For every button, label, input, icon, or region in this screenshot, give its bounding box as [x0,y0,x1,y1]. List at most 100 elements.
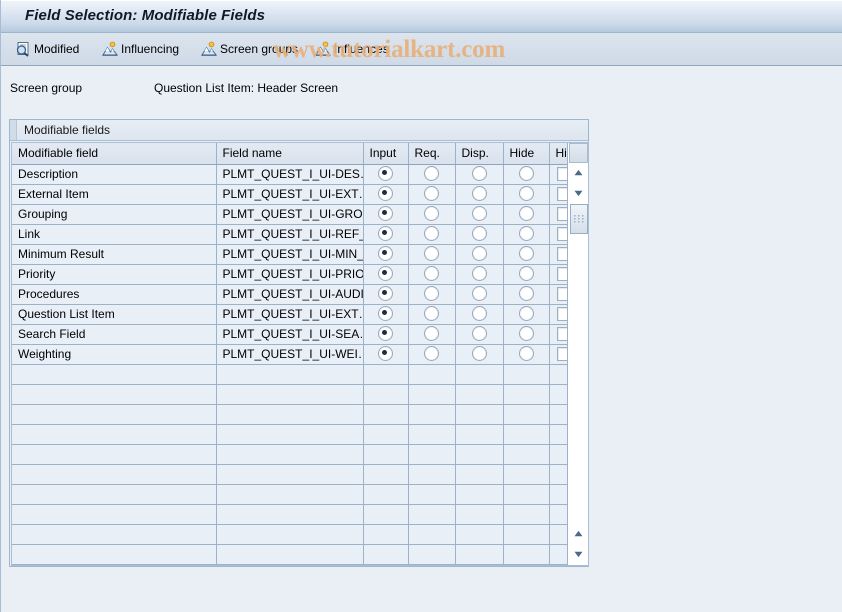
cell-req[interactable] [408,304,456,325]
cell-req[interactable] [408,524,456,545]
scroll-down-button[interactable] [569,184,588,202]
cell-input[interactable] [363,424,409,445]
table-row[interactable]: Search Field PLMT_QUEST_I_UI-SEA… [12,324,579,345]
radio-selected[interactable] [378,186,393,202]
cell-disp[interactable] [455,324,504,345]
cell-req[interactable] [408,244,456,265]
cell-hide[interactable] [503,344,550,365]
cell-input[interactable] [363,504,409,525]
cell-input[interactable] [363,544,409,565]
cell-input[interactable] [363,284,409,305]
scroll-up-button[interactable] [569,164,588,182]
cell-input[interactable] [363,524,409,545]
cell-input[interactable] [363,224,409,245]
radio-unselected[interactable] [424,326,439,342]
cell-req[interactable] [408,404,456,425]
cell-disp[interactable] [455,344,504,365]
radio-unselected[interactable] [424,246,439,262]
radio-selected[interactable] [378,166,393,182]
table-row-empty[interactable] [12,524,579,545]
table-row[interactable]: Grouping PLMT_QUEST_I_UI-GRO… [12,204,579,225]
table-row-empty[interactable] [12,504,579,525]
radio-unselected[interactable] [518,346,534,362]
cell-input[interactable] [363,344,409,365]
table-row[interactable]: Minimum Result PLMT_QUEST_I_UI-MIN_… [12,244,579,265]
radio-unselected[interactable] [471,306,487,322]
cell-disp[interactable] [455,224,504,245]
cell-req[interactable] [408,464,456,485]
column-header-hide[interactable]: Hide [503,143,550,165]
cell-req[interactable] [408,184,456,205]
radio-selected[interactable] [378,326,393,342]
radio-unselected[interactable] [518,186,534,202]
cell-input[interactable] [363,164,409,185]
cell-req[interactable] [408,384,456,405]
radio-unselected[interactable] [424,206,439,222]
cell-req[interactable] [408,424,456,445]
radio-selected[interactable] [378,226,393,242]
radio-unselected[interactable] [518,266,534,282]
scrollbar-thumb[interactable] [570,204,588,234]
cell-req[interactable] [408,164,456,185]
radio-unselected[interactable] [471,346,487,362]
cell-hide[interactable] [503,384,550,405]
cell-hide[interactable] [503,224,550,245]
column-header-req[interactable]: Req. [408,143,456,165]
column-header-input[interactable]: Input [363,143,409,165]
vertical-scrollbar[interactable] [567,143,588,565]
table-row[interactable]: Weighting PLMT_QUEST_I_UI-WEI… [12,344,579,365]
column-header-field-name[interactable]: Field name [216,143,364,165]
radio-unselected[interactable] [424,186,439,202]
radio-unselected[interactable] [518,206,534,222]
radio-unselected[interactable] [424,166,439,182]
table-row-empty[interactable] [12,484,579,505]
cell-disp[interactable] [455,164,504,185]
toolbar-button-influences[interactable]: Influences [311,38,393,60]
table-row-empty[interactable] [12,424,579,445]
cell-disp[interactable] [455,304,504,325]
radio-selected[interactable] [378,306,393,322]
radio-unselected[interactable] [518,226,534,242]
cell-input[interactable] [363,304,409,325]
cell-disp[interactable] [455,244,504,265]
cell-input[interactable] [363,364,409,385]
radio-unselected[interactable] [471,266,487,282]
cell-input[interactable] [363,264,409,285]
cell-input[interactable] [363,184,409,205]
radio-selected[interactable] [378,346,393,362]
cell-hide[interactable] [503,324,550,345]
radio-selected[interactable] [378,206,393,222]
cell-input[interactable] [363,444,409,465]
cell-hide[interactable] [503,184,550,205]
cell-disp[interactable] [455,484,504,505]
cell-disp[interactable] [455,364,504,385]
cell-disp[interactable] [455,504,504,525]
cell-input[interactable] [363,244,409,265]
cell-hide[interactable] [503,504,550,525]
cell-req[interactable] [408,484,456,505]
table-row-empty[interactable] [12,444,579,465]
cell-disp[interactable] [455,524,504,545]
cell-req[interactable] [408,364,456,385]
radio-unselected[interactable] [424,226,439,242]
cell-req[interactable] [408,344,456,365]
toolbar-button-screen-groups[interactable]: Screen groups [197,38,302,60]
radio-unselected[interactable] [471,166,487,182]
cell-disp[interactable] [455,464,504,485]
radio-unselected[interactable] [518,246,534,262]
radio-unselected[interactable] [518,166,534,182]
cell-disp[interactable] [455,424,504,445]
cell-hide[interactable] [503,284,550,305]
radio-selected[interactable] [378,286,393,302]
table-row[interactable]: Description PLMT_QUEST_I_UI-DES… [12,164,579,185]
table-row-empty[interactable] [12,384,579,405]
radio-unselected[interactable] [518,286,534,302]
radio-unselected[interactable] [471,186,487,202]
cell-disp[interactable] [455,284,504,305]
cell-input[interactable] [363,404,409,425]
cell-req[interactable] [408,264,456,285]
cell-disp[interactable] [455,184,504,205]
radio-unselected[interactable] [424,286,439,302]
radio-unselected[interactable] [518,306,534,322]
column-header-modifiable-field[interactable]: Modifiable field [12,143,217,165]
